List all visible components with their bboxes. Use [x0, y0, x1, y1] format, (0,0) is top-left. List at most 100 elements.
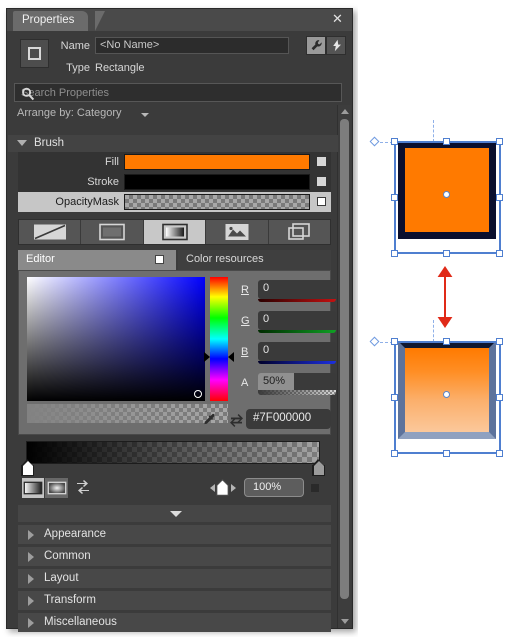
design-canvas [358, 0, 509, 637]
panel-scrollbar[interactable] [337, 105, 351, 628]
channel-a-label: A [241, 377, 249, 389]
tab-editor-label: Editor [26, 253, 55, 265]
selection-handle-w[interactable] [391, 394, 398, 401]
type-value: Rectangle [95, 62, 145, 74]
selection-handle-n[interactable] [443, 138, 450, 145]
scroll-down-icon[interactable] [341, 619, 349, 624]
saturation-value-picker[interactable] [27, 277, 205, 401]
brush-type-no-brush[interactable] [19, 220, 82, 244]
linear-gradient-icon[interactable] [22, 478, 45, 498]
close-icon[interactable]: ✕ [330, 12, 345, 27]
selection-handle-s[interactable] [443, 450, 450, 457]
type-label: Type [66, 62, 90, 74]
stroke-label: Stroke [87, 176, 119, 188]
search-row: Search Properties [7, 83, 352, 105]
tab-color-resources[interactable]: Color resources [178, 250, 331, 270]
brush-row-stroke[interactable]: Stroke [18, 172, 331, 192]
category-appearance[interactable]: Appearance [18, 525, 331, 544]
category-common[interactable]: Common [18, 547, 331, 566]
brush-type-tile[interactable] [206, 220, 269, 244]
channel-g-label: G [241, 315, 250, 327]
tab-properties[interactable]: Properties [13, 11, 89, 31]
selection-handle-e[interactable] [496, 194, 503, 201]
channel-g-bar[interactable] [258, 330, 336, 333]
chevron-down-icon [169, 511, 182, 517]
channel-b-bar[interactable] [258, 361, 336, 364]
wrench-icon[interactable] [306, 36, 326, 55]
brush-row-fill[interactable]: Fill [18, 152, 331, 172]
channel-b-label: B [241, 346, 249, 358]
category-layout[interactable]: Layout [18, 569, 331, 588]
gradient-stop-bar[interactable] [18, 441, 331, 476]
gradient-stop-1[interactable] [312, 459, 325, 476]
opacitymask-swatch[interactable] [124, 194, 310, 210]
color-picker-cursor[interactable] [194, 390, 202, 398]
name-input[interactable]: <No Name> [95, 37, 289, 54]
hex-color-input[interactable]: #7F000000 [246, 409, 331, 429]
selection-handle-s[interactable] [443, 250, 450, 257]
arrange-by-dropdown[interactable]: Arrange by: Category [7, 105, 352, 123]
brush-type-gradient[interactable] [143, 220, 207, 244]
selection-handle-se[interactable] [496, 250, 503, 257]
previous-stop-icon[interactable] [210, 484, 215, 492]
advanced-options-icon[interactable] [317, 157, 326, 166]
element-identity-block: Name <No Name> Type Rectangle [7, 31, 352, 83]
channel-r-bar[interactable] [258, 299, 336, 302]
reverse-gradient-stops-icon[interactable] [74, 479, 92, 500]
shape-body[interactable] [398, 141, 496, 239]
lightning-bolt-icon[interactable] [326, 36, 346, 55]
brush-type-visual[interactable] [269, 220, 330, 244]
advanced-options-icon[interactable] [317, 177, 326, 186]
collapse-brush-editor-button[interactable] [18, 505, 331, 522]
selection-handle-ne[interactable] [496, 338, 503, 345]
transform-origin-icon[interactable] [369, 136, 380, 147]
selection-handle-se[interactable] [496, 450, 503, 457]
brush-section-header[interactable]: Brush [8, 135, 338, 152]
center-point-icon[interactable] [443, 391, 450, 398]
brush-row-opacitymask[interactable]: OpacityMask [18, 192, 331, 212]
search-input[interactable]: Search Properties [14, 83, 342, 102]
selection-handle-sw[interactable] [391, 250, 398, 257]
chevron-right-icon [28, 552, 34, 562]
channel-g-input[interactable]: 0 [258, 311, 336, 330]
alignment-guide-vertical [433, 320, 434, 342]
category-transform[interactable]: Transform [18, 591, 331, 610]
radial-gradient-icon[interactable] [45, 478, 68, 498]
selection-handle-nw[interactable] [391, 138, 398, 145]
alignment-guide-vertical [433, 120, 434, 142]
gradient-stop-offset-input[interactable]: 100% [244, 478, 304, 497]
selection-handle-n[interactable] [443, 338, 450, 345]
alpha-preview-strip [27, 404, 228, 423]
category-miscellaneous[interactable]: Miscellaneous [18, 613, 331, 632]
swap-colors-icon[interactable] [229, 413, 244, 431]
hue-slider[interactable] [210, 277, 228, 401]
eyedropper-icon[interactable] [203, 413, 218, 431]
selection-handle-nw[interactable] [391, 338, 398, 345]
channel-b-input[interactable]: 0 [258, 342, 336, 361]
tab-editor[interactable]: Editor [18, 250, 176, 270]
chevron-down-icon [141, 113, 149, 117]
advanced-options-icon[interactable] [311, 484, 319, 492]
selection-handle-ne[interactable] [496, 138, 503, 145]
gradient-stop-0[interactable] [21, 459, 34, 476]
selection-handle-w[interactable] [391, 194, 398, 201]
brush-property-rows: Fill Stroke OpacityMask [18, 152, 331, 212]
advanced-options-icon[interactable] [317, 197, 326, 206]
brush-type-solid-color[interactable] [81, 220, 144, 244]
next-stop-icon[interactable] [231, 484, 236, 492]
scroll-up-icon[interactable] [341, 109, 349, 114]
scrollbar-thumb[interactable] [340, 119, 349, 599]
fill-swatch[interactable] [124, 154, 310, 170]
search-icon [21, 87, 335, 104]
channel-a-bar[interactable] [258, 390, 336, 395]
gradient-preview[interactable] [26, 441, 320, 464]
channel-r-input[interactable]: 0 [258, 280, 336, 299]
selection-handle-sw[interactable] [391, 450, 398, 457]
center-point-icon[interactable] [443, 191, 450, 198]
category-transform-label: Transform [44, 594, 96, 606]
selection-handle-e[interactable] [496, 394, 503, 401]
stroke-swatch[interactable] [124, 174, 310, 190]
pin-icon[interactable] [155, 255, 164, 264]
shape-body[interactable] [398, 341, 496, 439]
transform-origin-icon[interactable] [369, 336, 380, 347]
